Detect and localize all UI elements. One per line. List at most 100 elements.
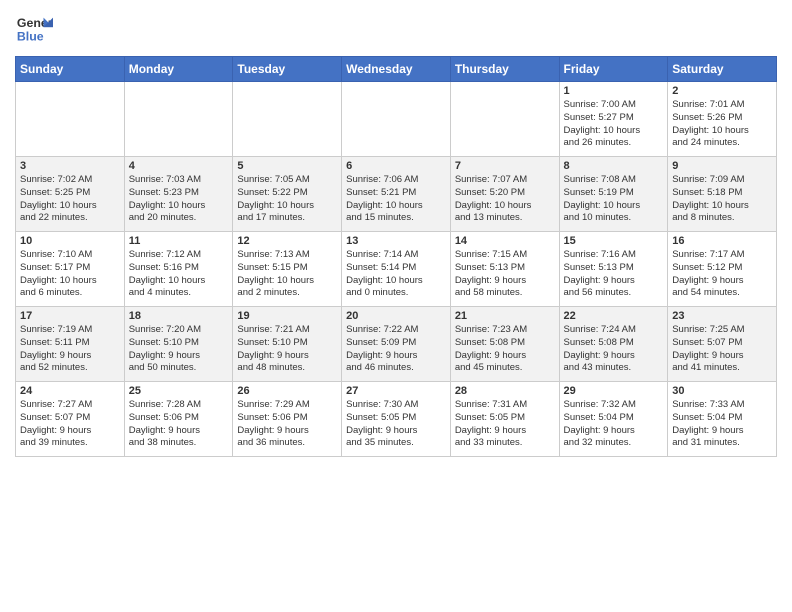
day-info: Sunrise: 7:00 AMSunset: 5:27 PMDaylight:… xyxy=(564,99,664,150)
day-info: Sunrise: 7:25 AMSunset: 5:07 PMDaylight:… xyxy=(672,324,772,375)
day-info: Sunrise: 7:05 AMSunset: 5:22 PMDaylight:… xyxy=(237,174,337,225)
day-info: Sunrise: 7:21 AMSunset: 5:10 PMDaylight:… xyxy=(237,324,337,375)
day-info: Sunrise: 7:31 AMSunset: 5:05 PMDaylight:… xyxy=(455,399,555,450)
page: General Blue SundayMondayTuesdayWednesda… xyxy=(0,0,792,612)
calendar-cell: 5Sunrise: 7:05 AMSunset: 5:22 PMDaylight… xyxy=(233,157,342,232)
calendar-cell: 20 Sunrise: 7:22 AMSunset: 5:09 PMDayligh… xyxy=(342,307,451,382)
calendar-cell: 15Sunrise: 7:16 AMSunset: 5:13 PMDayligh… xyxy=(559,232,668,307)
calendar-week: 24 Sunrise: 7:27 AMSunset: 5:07 PMDayligh… xyxy=(16,382,777,457)
day-info: Sunrise: 7:08 AMSunset: 5:19 PMDaylight:… xyxy=(564,174,664,225)
day-number: 18 xyxy=(129,310,229,322)
weekday-header: Tuesday xyxy=(233,57,342,82)
calendar-cell: 7 Sunrise: 7:07 AMSunset: 5:20 PMDaylight… xyxy=(450,157,559,232)
day-info: Sunrise: 7:07 AMSunset: 5:20 PMDaylight:… xyxy=(455,174,555,225)
day-number: 22 xyxy=(564,310,664,322)
day-number: 20 xyxy=(346,310,446,322)
day-number: 30 xyxy=(672,385,772,397)
day-info: Sunrise: 7:01 AMSunset: 5:26 PMDaylight:… xyxy=(672,99,772,150)
calendar-cell: 10 Sunrise: 7:10 AMSunset: 5:17 PMDayligh… xyxy=(16,232,125,307)
calendar-cell: 9 Sunrise: 7:09 AMSunset: 5:18 PMDaylight… xyxy=(668,157,777,232)
day-info: Sunrise: 7:06 AMSunset: 5:21 PMDaylight:… xyxy=(346,174,446,225)
calendar-cell: 28 Sunrise: 7:31 AMSunset: 5:05 PMDayligh… xyxy=(450,382,559,457)
day-info: Sunrise: 7:15 AMSunset: 5:13 PMDaylight:… xyxy=(455,249,555,300)
day-number: 13 xyxy=(346,235,446,247)
calendar-cell: 21Sunrise: 7:23 AMSunset: 5:08 PMDayligh… xyxy=(450,307,559,382)
day-info: Sunrise: 7:17 AMSunset: 5:12 PMDaylight:… xyxy=(672,249,772,300)
calendar-header: SundayMondayTuesdayWednesdayThursdayFrid… xyxy=(16,57,777,82)
day-number: 12 xyxy=(237,235,337,247)
day-info: Sunrise: 7:27 AMSunset: 5:07 PMDaylight:… xyxy=(20,399,120,450)
weekday-header: Friday xyxy=(559,57,668,82)
calendar-cell: 30 Sunrise: 7:33 AMSunset: 5:04 PMDayligh… xyxy=(668,382,777,457)
calendar-week: 1 Sunrise: 7:00 AMSunset: 5:27 PMDaylight… xyxy=(16,82,777,157)
day-number: 28 xyxy=(455,385,555,397)
calendar-cell: 18 Sunrise: 7:20 AMSunset: 5:10 PMDayligh… xyxy=(124,307,233,382)
weekday-header: Monday xyxy=(124,57,233,82)
calendar-cell: 8 Sunrise: 7:08 AMSunset: 5:19 PMDaylight… xyxy=(559,157,668,232)
calendar-cell: 11 Sunrise: 7:12 AMSunset: 5:16 PMDayligh… xyxy=(124,232,233,307)
logo-icon: General Blue xyxy=(15,10,53,48)
weekday-header: Thursday xyxy=(450,57,559,82)
calendar-cell: 2 Sunrise: 7:01 AMSunset: 5:26 PMDaylight… xyxy=(668,82,777,157)
calendar-cell xyxy=(124,82,233,157)
day-info: Sunrise: 7:19 AMSunset: 5:11 PMDaylight:… xyxy=(20,324,120,375)
day-number: 14 xyxy=(455,235,555,247)
calendar-cell: 14 Sunrise: 7:15 AMSunset: 5:13 PMDayligh… xyxy=(450,232,559,307)
calendar-cell: 3Sunrise: 7:02 AMSunset: 5:25 PMDaylight… xyxy=(16,157,125,232)
day-info: Sunrise: 7:14 AMSunset: 5:14 PMDaylight:… xyxy=(346,249,446,300)
day-number: 26 xyxy=(237,385,337,397)
day-number: 24 xyxy=(20,385,120,397)
calendar-cell: 24 Sunrise: 7:27 AMSunset: 5:07 PMDayligh… xyxy=(16,382,125,457)
header: General Blue xyxy=(15,10,777,48)
calendar: SundayMondayTuesdayWednesdayThursdayFrid… xyxy=(15,56,777,457)
calendar-cell: 29 Sunrise: 7:32 AMSunset: 5:04 PMDayligh… xyxy=(559,382,668,457)
weekday-header: Wednesday xyxy=(342,57,451,82)
day-info: Sunrise: 7:30 AMSunset: 5:05 PMDaylight:… xyxy=(346,399,446,450)
day-number: 7 xyxy=(455,160,555,172)
day-number: 2 xyxy=(672,85,772,97)
day-info: Sunrise: 7:33 AMSunset: 5:04 PMDaylight:… xyxy=(672,399,772,450)
day-info: Sunrise: 7:22 AMSunset: 5:09 PMDaylight:… xyxy=(346,324,446,375)
day-number: 29 xyxy=(564,385,664,397)
day-info: Sunrise: 7:20 AMSunset: 5:10 PMDaylight:… xyxy=(129,324,229,375)
calendar-cell: 19 Sunrise: 7:21 AMSunset: 5:10 PMDayligh… xyxy=(233,307,342,382)
calendar-cell: 26Sunrise: 7:29 AMSunset: 5:06 PMDayligh… xyxy=(233,382,342,457)
day-info: Sunrise: 7:09 AMSunset: 5:18 PMDaylight:… xyxy=(672,174,772,225)
day-number: 8 xyxy=(564,160,664,172)
calendar-cell: 17Sunrise: 7:19 AMSunset: 5:11 PMDayligh… xyxy=(16,307,125,382)
day-info: Sunrise: 7:24 AMSunset: 5:08 PMDaylight:… xyxy=(564,324,664,375)
weekday-row: SundayMondayTuesdayWednesdayThursdayFrid… xyxy=(16,57,777,82)
day-number: 1 xyxy=(564,85,664,97)
calendar-cell: 16 Sunrise: 7:17 AMSunset: 5:12 PMDayligh… xyxy=(668,232,777,307)
calendar-week: 17Sunrise: 7:19 AMSunset: 5:11 PMDayligh… xyxy=(16,307,777,382)
day-number: 4 xyxy=(129,160,229,172)
calendar-cell xyxy=(16,82,125,157)
weekday-header: Saturday xyxy=(668,57,777,82)
weekday-header: Sunday xyxy=(16,57,125,82)
day-info: Sunrise: 7:12 AMSunset: 5:16 PMDaylight:… xyxy=(129,249,229,300)
calendar-week: 10 Sunrise: 7:10 AMSunset: 5:17 PMDayligh… xyxy=(16,232,777,307)
day-info: Sunrise: 7:28 AMSunset: 5:06 PMDaylight:… xyxy=(129,399,229,450)
day-number: 23 xyxy=(672,310,772,322)
calendar-cell xyxy=(450,82,559,157)
day-info: Sunrise: 7:32 AMSunset: 5:04 PMDaylight:… xyxy=(564,399,664,450)
day-number: 11 xyxy=(129,235,229,247)
calendar-cell xyxy=(233,82,342,157)
svg-text:Blue: Blue xyxy=(17,29,44,43)
day-number: 19 xyxy=(237,310,337,322)
day-info: Sunrise: 7:16 AMSunset: 5:13 PMDaylight:… xyxy=(564,249,664,300)
day-number: 9 xyxy=(672,160,772,172)
calendar-body: 1 Sunrise: 7:00 AMSunset: 5:27 PMDaylight… xyxy=(16,82,777,457)
calendar-week: 3Sunrise: 7:02 AMSunset: 5:25 PMDaylight… xyxy=(16,157,777,232)
day-info: Sunrise: 7:10 AMSunset: 5:17 PMDaylight:… xyxy=(20,249,120,300)
day-info: Sunrise: 7:02 AMSunset: 5:25 PMDaylight:… xyxy=(20,174,120,225)
day-number: 27 xyxy=(346,385,446,397)
calendar-cell: 13 Sunrise: 7:14 AMSunset: 5:14 PMDayligh… xyxy=(342,232,451,307)
day-number: 16 xyxy=(672,235,772,247)
day-number: 10 xyxy=(20,235,120,247)
day-info: Sunrise: 7:13 AMSunset: 5:15 PMDaylight:… xyxy=(237,249,337,300)
calendar-cell: 23 Sunrise: 7:25 AMSunset: 5:07 PMDayligh… xyxy=(668,307,777,382)
calendar-cell: 6Sunrise: 7:06 AMSunset: 5:21 PMDaylight… xyxy=(342,157,451,232)
day-info: Sunrise: 7:23 AMSunset: 5:08 PMDaylight:… xyxy=(455,324,555,375)
calendar-cell: 25Sunrise: 7:28 AMSunset: 5:06 PMDayligh… xyxy=(124,382,233,457)
